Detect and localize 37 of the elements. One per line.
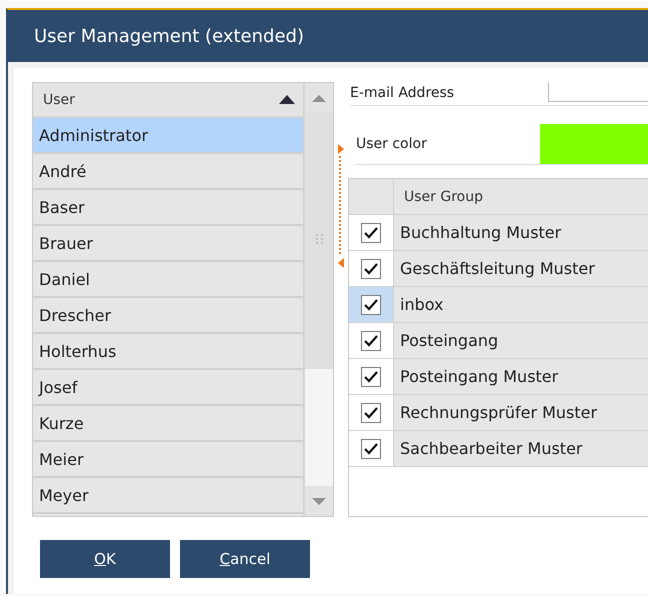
sort-ascending-icon[interactable] [279, 95, 296, 104]
scroll-up-arrow-icon [312, 94, 326, 102]
group-name: Buchhaltung Muster [394, 215, 648, 250]
check-icon [364, 298, 378, 310]
grip-icon [316, 234, 323, 244]
group-name: Geschäftsleitung Muster [394, 251, 648, 286]
checkbox[interactable] [361, 294, 381, 314]
window-title: User Management (extended) [8, 10, 648, 62]
column-header[interactable]: User [43, 92, 75, 108]
ok-button[interactable]: OK [40, 540, 170, 578]
user-row[interactable]: Administrator [33, 118, 304, 154]
check-icon [364, 442, 378, 454]
field-label: User color [356, 135, 428, 154]
check-icon [364, 334, 378, 346]
cancel-button[interactable]: Cancel [180, 540, 310, 578]
group-name: Rechnungsprüfer Muster [394, 395, 648, 430]
group-name: inbox [394, 287, 648, 322]
color-swatch[interactable] [540, 124, 648, 164]
column-header[interactable]: User Group [404, 188, 483, 204]
group-name: Posteingang Muster [394, 359, 648, 394]
checkbox[interactable] [361, 330, 381, 350]
group-name: Sachbearbeiter Muster [394, 431, 648, 466]
email-field[interactable] [548, 82, 648, 102]
scroll-down-arrow-icon [312, 498, 326, 504]
checkbox[interactable] [361, 438, 381, 458]
group-name: Posteingang [394, 323, 648, 358]
check-icon [364, 262, 378, 274]
checkbox[interactable] [361, 366, 381, 386]
checkbox[interactable] [361, 258, 381, 278]
check-icon [364, 406, 378, 418]
checkbox[interactable] [361, 402, 381, 422]
splitter-handle[interactable] [336, 144, 346, 268]
check-icon [364, 226, 378, 238]
scrollbar-thumb[interactable] [305, 113, 333, 369]
check-icon [364, 370, 378, 382]
checkbox[interactable] [361, 222, 381, 242]
field-label: E-mail Address [350, 84, 456, 102]
